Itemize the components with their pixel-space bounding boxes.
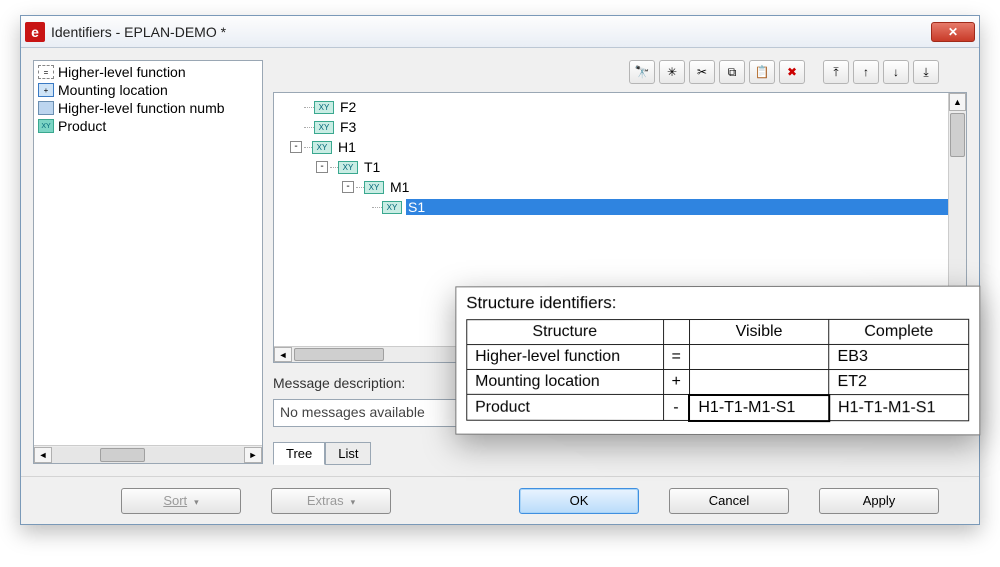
identifiers-dialog: e Identifiers - EPLAN-DEMO * ✕ Higher-le…: [20, 15, 980, 525]
collapse-toggle[interactable]: -: [290, 141, 302, 153]
scroll-thumb[interactable]: [294, 348, 384, 361]
col-structure: Structure: [467, 320, 663, 345]
left-horizontal-scrollbar[interactable]: ◄ ►: [34, 445, 262, 463]
paste-icon: 📋: [755, 65, 770, 79]
tab-tree[interactable]: Tree: [273, 442, 325, 465]
xy-icon: XY: [314, 121, 334, 134]
move-bottom-button[interactable]: ⤓: [913, 60, 939, 84]
equals-icon: [38, 65, 54, 79]
move-top-icon: ⤒: [833, 65, 838, 80]
tree-node-f2[interactable]: XY F2: [276, 97, 964, 117]
move-bottom-icon: ⤓: [923, 65, 928, 80]
plus-icon: [38, 83, 54, 97]
titlebar: e Identifiers - EPLAN-DEMO * ✕: [21, 16, 979, 48]
delete-button[interactable]: ✖: [779, 60, 805, 84]
collapse-toggle[interactable]: -: [342, 181, 354, 193]
view-tabs: Tree List: [273, 441, 967, 464]
category-list: Higher-level function Mounting location …: [33, 60, 263, 464]
delete-icon: ✖: [787, 65, 797, 79]
star-icon: ✳: [667, 65, 677, 79]
tree-node-m1[interactable]: - XY M1: [276, 177, 964, 197]
category-item-higher-level-function-number[interactable]: Higher-level function numb: [36, 99, 260, 117]
toolbar: 🔭 ✳ ✂ ⧉ 📋 ✖ ⤒ ↑ ↓ ⤓: [629, 60, 939, 84]
arrow-up-icon: ↑: [863, 65, 869, 79]
dialog-footer: Sort Extras OK Cancel Apply: [21, 476, 979, 524]
xy-icon: XY: [314, 101, 334, 114]
cut-button[interactable]: ✂: [689, 60, 715, 84]
structure-identifiers-tooltip: Structure identifiers: Structure Visible…: [455, 286, 980, 435]
new-button[interactable]: ✳: [659, 60, 685, 84]
scissors-icon: ✂: [697, 65, 707, 79]
tooltip-table: Structure Visible Complete Higher-level …: [466, 319, 969, 422]
tree-node-t1[interactable]: - XY T1: [276, 157, 964, 177]
sort-button[interactable]: Sort: [121, 488, 241, 514]
tree-node-h1[interactable]: - XY H1: [276, 137, 964, 157]
app-icon: e: [25, 22, 45, 42]
scroll-left-icon[interactable]: ◄: [274, 347, 292, 362]
copy-icon: ⧉: [728, 65, 737, 80]
paste-button[interactable]: 📋: [749, 60, 775, 84]
xy-icon: XY: [338, 161, 358, 174]
window-title: Identifiers - EPLAN-DEMO *: [51, 24, 226, 40]
scroll-right-icon[interactable]: ►: [244, 447, 262, 463]
copy-button[interactable]: ⧉: [719, 60, 745, 84]
binoculars-icon: 🔭: [635, 65, 650, 79]
box-icon: [38, 101, 54, 115]
col-complete: Complete: [829, 319, 969, 344]
move-down-button[interactable]: ↓: [883, 60, 909, 84]
move-top-button[interactable]: ⤒: [823, 60, 849, 84]
tooltip-row: Higher-level function = EB3: [467, 344, 969, 369]
tooltip-row: Product - H1-T1-M1-S1 H1-T1-M1-S1: [467, 394, 969, 420]
collapse-toggle[interactable]: -: [316, 161, 328, 173]
xy-icon: [38, 119, 54, 133]
category-item-higher-level-function[interactable]: Higher-level function: [36, 63, 260, 81]
find-button[interactable]: 🔭: [629, 60, 655, 84]
category-item-mounting-location[interactable]: Mounting location: [36, 81, 260, 99]
xy-icon: XY: [364, 181, 384, 194]
cancel-button[interactable]: Cancel: [669, 488, 789, 514]
xy-icon: XY: [382, 201, 402, 214]
col-visible: Visible: [689, 319, 829, 344]
tooltip-row: Mounting location + ET2: [467, 369, 969, 394]
scroll-thumb[interactable]: [100, 448, 145, 462]
xy-icon: XY: [312, 141, 332, 154]
tooltip-title: Structure identifiers:: [466, 293, 969, 314]
move-up-button[interactable]: ↑: [853, 60, 879, 84]
tree-node-f3[interactable]: XY F3: [276, 117, 964, 137]
category-item-product[interactable]: Product: [36, 117, 260, 135]
apply-button[interactable]: Apply: [819, 488, 939, 514]
ok-button[interactable]: OK: [519, 488, 639, 514]
scroll-up-icon[interactable]: ▲: [949, 93, 966, 111]
scroll-thumb[interactable]: [950, 113, 965, 157]
scroll-left-icon[interactable]: ◄: [34, 447, 52, 463]
extras-button[interactable]: Extras: [271, 488, 391, 514]
close-button[interactable]: ✕: [931, 22, 975, 42]
tab-list[interactable]: List: [325, 442, 371, 465]
arrow-down-icon: ↓: [893, 65, 899, 79]
tree-node-s1[interactable]: XY S1: [276, 197, 964, 217]
